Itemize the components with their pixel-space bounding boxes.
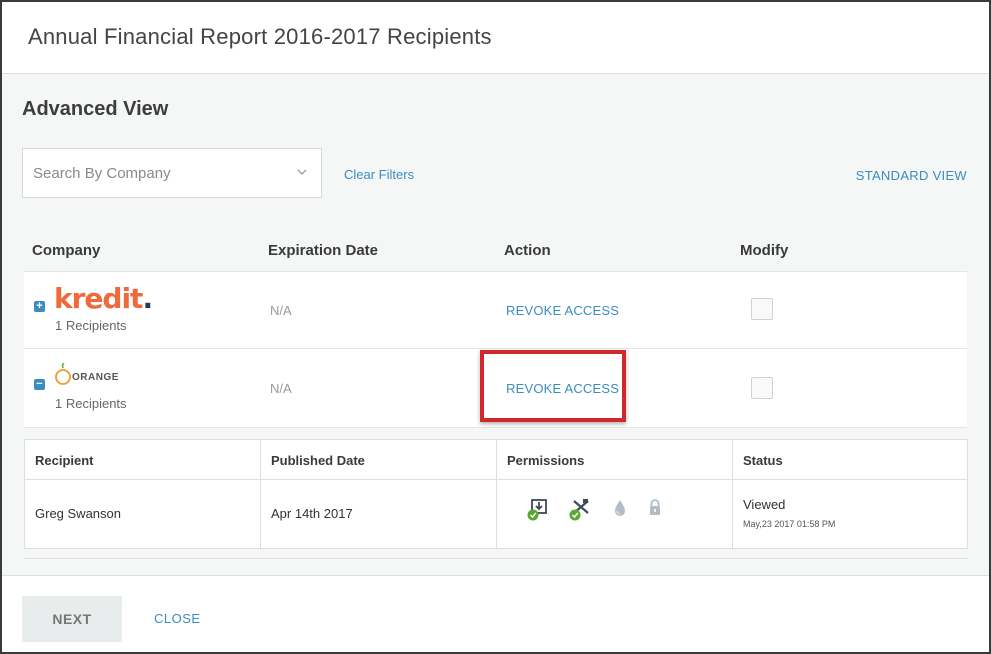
revoke-access-link[interactable]: REVOKE ACCESS	[506, 303, 619, 318]
company-row-kredit: + kredit. 1 Recipients N/A REVOKE ACCESS	[24, 271, 967, 349]
chevron-down-icon[interactable]	[297, 167, 307, 177]
column-header-published: Published Date	[271, 453, 365, 468]
column-header-status: Status	[743, 453, 783, 468]
kredit-logo-dot: .	[142, 282, 153, 315]
recipient-name: Greg Swanson	[35, 506, 121, 521]
recipient-count: 1 Recipients	[55, 318, 127, 333]
close-button[interactable]: CLOSE	[154, 611, 201, 626]
download-icon[interactable]	[527, 498, 549, 522]
expiration-date: N/A	[270, 303, 292, 318]
watermark-icon[interactable]	[611, 498, 629, 520]
clear-filters-link[interactable]: Clear Filters	[344, 167, 414, 182]
company-search-input[interactable]	[33, 163, 283, 183]
company-search-select[interactable]	[22, 148, 322, 198]
recipient-count: 1 Recipients	[55, 396, 127, 411]
kredit-logo: kredit.	[54, 282, 153, 315]
collapse-icon[interactable]: −	[34, 379, 45, 390]
modal-footer: NEXT CLOSE	[2, 575, 989, 652]
column-header-permissions: Permissions	[507, 453, 585, 468]
recipients-modal: Annual Financial Report 2016-2017 Recipi…	[0, 0, 991, 654]
expand-icon[interactable]: +	[34, 301, 45, 312]
permissions-column: Permissions	[497, 440, 733, 548]
column-header-modify: Modify	[740, 242, 789, 259]
print-icon[interactable]	[569, 498, 591, 522]
modal-title: Annual Financial Report 2016-2017 Recipi…	[28, 24, 492, 49]
expiration-date: N/A	[270, 381, 292, 396]
published-date: Apr 14th 2017	[271, 506, 353, 521]
recipient-column: Recipient Greg Swanson	[25, 440, 261, 548]
status-value: Viewed	[743, 497, 786, 512]
published-column: Published Date Apr 14th 2017	[261, 440, 497, 548]
highlight-box	[480, 350, 626, 422]
status-timestamp: May,23 2017 01:58 PM	[743, 519, 836, 529]
modal-header: Annual Financial Report 2016-2017 Recipi…	[2, 2, 989, 74]
kredit-logo-text: kredit	[54, 282, 143, 315]
orange-fruit-icon	[55, 363, 71, 385]
column-header-company: Company	[32, 242, 101, 259]
standard-view-link[interactable]: STANDARD VIEW	[856, 168, 967, 183]
divider	[24, 558, 968, 559]
modify-checkbox[interactable]	[751, 377, 773, 399]
orange-logo-text: ORANGE	[72, 372, 119, 383]
column-header-action: Action	[504, 242, 551, 259]
modify-checkbox[interactable]	[751, 298, 773, 320]
view-title: Advanced View	[22, 98, 169, 120]
next-button[interactable]: NEXT	[22, 596, 122, 642]
status-column: Status Viewed May,23 2017 01:58 PM	[733, 440, 969, 548]
lock-icon[interactable]	[647, 498, 663, 518]
column-header-expiration: Expiration Date	[268, 242, 379, 259]
recipients-table: Recipient Greg Swanson Published Date Ap…	[24, 439, 968, 549]
column-header-recipient: Recipient	[35, 453, 94, 468]
